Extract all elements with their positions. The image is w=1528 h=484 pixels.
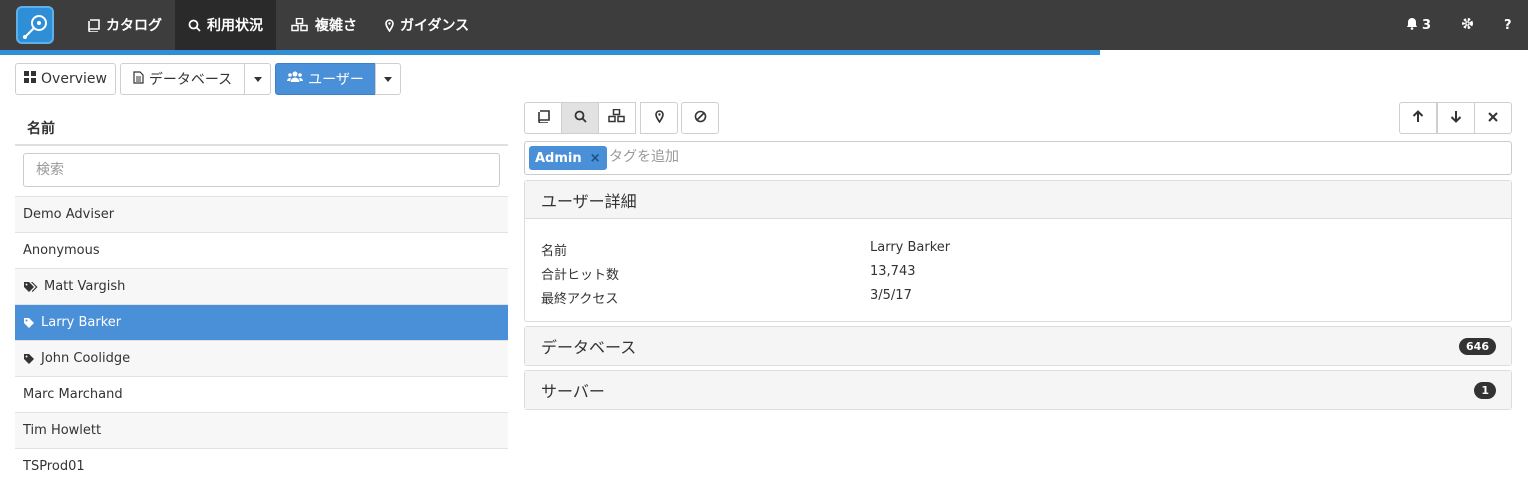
users-dropdown-toggle[interactable] [375, 63, 401, 95]
list-item[interactable]: Anonymous [15, 232, 508, 268]
database-dropdown-toggle[interactable] [244, 63, 271, 95]
nav-guidance[interactable]: ガイダンス [373, 0, 481, 50]
help-button[interactable]: ? [1504, 0, 1512, 50]
list-item-label: Anonymous [23, 243, 100, 258]
settings-button[interactable] [1461, 0, 1474, 50]
cubes-icon [608, 108, 626, 127]
overview-label: Overview [41, 71, 107, 87]
list-item[interactable]: Tim Howlett [15, 412, 508, 448]
catalog-tool-button[interactable] [524, 102, 562, 134]
app-logo[interactable] [16, 6, 54, 44]
book-icon [537, 109, 550, 127]
detail-field-label: 名前 [541, 244, 568, 259]
notifications-button[interactable]: 3 [1406, 0, 1431, 50]
arrow-up-icon [1412, 109, 1424, 127]
list-column-header[interactable]: 名前 [15, 108, 508, 146]
cubes-icon [291, 18, 309, 32]
list-item-label: Marc Marchand [23, 387, 123, 402]
usage-tool-button[interactable] [561, 102, 599, 134]
database-button[interactable]: データベース [120, 63, 245, 95]
server-count-badge: 1 [1474, 382, 1496, 399]
tag-remove-button[interactable]: × [590, 151, 601, 166]
caret-down-icon [384, 76, 392, 82]
ban-tool-button[interactable] [681, 102, 719, 134]
database-count-badge: 646 [1459, 338, 1496, 355]
close-icon [1488, 111, 1498, 126]
guidance-tool-button[interactable] [640, 102, 678, 134]
map-marker-icon [654, 109, 664, 127]
th-large-icon [24, 71, 37, 87]
overview-button[interactable]: Overview [15, 63, 116, 95]
tag-icon [23, 317, 35, 329]
bell-icon [1406, 17, 1418, 34]
list-item-label: Tim Howlett [23, 423, 102, 438]
nav-guidance-label: ガイダンス [400, 18, 470, 34]
server-panel-header[interactable]: サーバー [525, 371, 1511, 409]
arrow-down-icon [1450, 110, 1462, 127]
detail-field-label: 最終アクセス [541, 292, 619, 307]
list-item-label: Matt Vargish [44, 279, 126, 294]
server-panel[interactable]: サーバー 1 [524, 370, 1512, 410]
nav-catalog-label: カタログ [106, 18, 162, 34]
file-icon [133, 70, 144, 88]
list-item[interactable]: Matt Vargish [15, 268, 508, 304]
user-details-title: ユーザー詳細 [541, 191, 637, 211]
map-marker-icon [385, 18, 394, 32]
notifications-count: 3 [1422, 17, 1432, 33]
list-item[interactable]: John Coolidge [15, 340, 508, 376]
list-item[interactable]: Marc Marchand [15, 376, 508, 412]
server-panel-title: サーバー [541, 382, 605, 401]
nav-usage-label: 利用状況 [207, 18, 263, 34]
list-item-label: Larry Barker [41, 315, 122, 330]
tag-chip: Admin × [529, 146, 607, 170]
users-button[interactable]: ユーザー [275, 63, 376, 95]
progress-fill [0, 50, 1101, 55]
help-label: ? [1504, 17, 1512, 33]
caret-down-icon [253, 76, 262, 82]
detail-field-value: 3/5/17 [870, 288, 912, 303]
tag-label: Admin [535, 150, 582, 166]
gear-icon [1461, 17, 1474, 34]
user-details-panel: ユーザー詳細 名前 Larry Barker 合計ヒット数 13,743 最終アクセス 3… [524, 180, 1512, 322]
tag-icon [23, 353, 35, 365]
nav-complexity[interactable]: 複雑さ [279, 0, 369, 50]
database-panel-header[interactable]: データベース [525, 327, 1511, 365]
users-icon [287, 71, 304, 87]
close-button[interactable] [1474, 102, 1512, 134]
book-icon [86, 18, 100, 32]
search-icon [574, 110, 587, 127]
database-label: データベース [148, 72, 233, 88]
list-item-label: Demo Adviser [23, 207, 115, 222]
detail-field-value: Larry Barker [870, 240, 951, 255]
move-down-button[interactable] [1437, 102, 1475, 134]
move-up-button[interactable] [1399, 102, 1437, 134]
list-item[interactable]: Demo Adviser [15, 196, 508, 232]
database-panel[interactable]: データベース 646 [524, 326, 1512, 366]
user-details-header[interactable]: ユーザー詳細 [525, 181, 1511, 219]
detail-field-label: 合計ヒット数 [541, 268, 620, 283]
loading-progress-bar [0, 50, 1528, 55]
list-item[interactable]: TSProd01 [15, 448, 508, 484]
add-tag-input[interactable] [609, 149, 1009, 165]
detail-field-value: 13,743 [870, 264, 916, 279]
users-label: ユーザー [308, 72, 364, 88]
list-item-label: John Coolidge [41, 351, 131, 366]
search-input[interactable] [23, 153, 500, 187]
top-navbar: カタログ 利用状況 複雑さ ガイダンス 3 ? [0, 0, 1528, 52]
database-panel-title: データベース [541, 338, 637, 357]
list-item[interactable]: Larry Barker [15, 304, 508, 340]
nav-usage[interactable]: 利用状況 [175, 0, 276, 50]
nav-catalog[interactable]: カタログ [74, 0, 174, 50]
search-icon [187, 18, 201, 32]
ban-icon [694, 110, 707, 127]
complexity-tool-button[interactable] [598, 102, 636, 134]
tags-icon [23, 281, 38, 293]
nav-complexity-label: 複雑さ [315, 18, 357, 34]
tag-editor[interactable]: Admin × [524, 141, 1512, 175]
